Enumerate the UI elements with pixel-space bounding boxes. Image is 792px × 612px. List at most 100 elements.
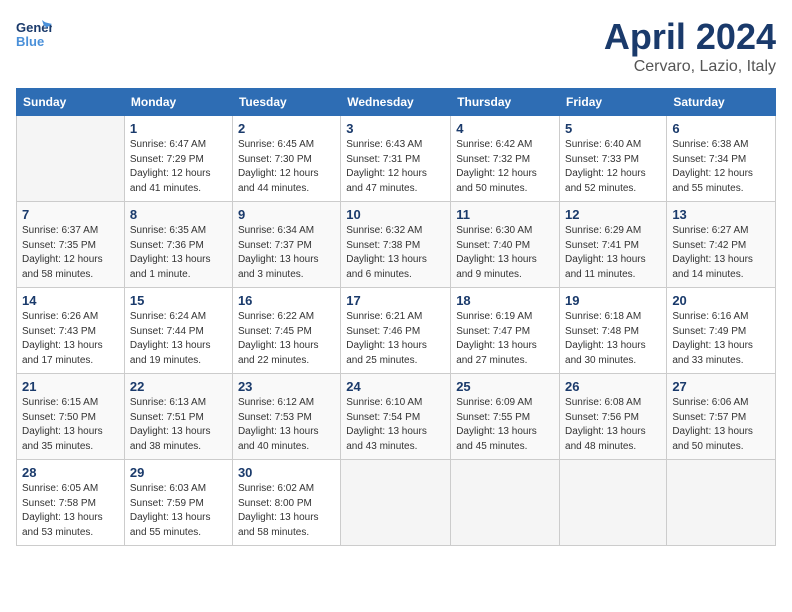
page-header: General Blue April 2024 Cervaro, Lazio, … xyxy=(16,16,776,76)
day-info: Sunrise: 6:40 AM Sunset: 7:33 PM Dayligh… xyxy=(565,138,661,196)
col-tuesday: Tuesday xyxy=(232,89,340,116)
month-title: April 2024 xyxy=(604,16,776,58)
day-number: 24 xyxy=(346,379,445,394)
day-number: 12 xyxy=(565,207,661,222)
calendar-table: Sunday Monday Tuesday Wednesday Thursday… xyxy=(16,88,776,546)
calendar-header-row: Sunday Monday Tuesday Wednesday Thursday… xyxy=(17,89,776,116)
svg-text:Blue: Blue xyxy=(16,34,44,49)
calendar-cell: 6Sunrise: 6:38 AM Sunset: 7:34 PM Daylig… xyxy=(667,116,776,202)
calendar-cell: 19Sunrise: 6:18 AM Sunset: 7:48 PM Dayli… xyxy=(560,288,667,374)
day-number: 4 xyxy=(456,121,554,136)
day-number: 23 xyxy=(238,379,335,394)
day-info: Sunrise: 6:45 AM Sunset: 7:30 PM Dayligh… xyxy=(238,138,335,196)
calendar-cell: 18Sunrise: 6:19 AM Sunset: 7:47 PM Dayli… xyxy=(451,288,560,374)
day-info: Sunrise: 6:43 AM Sunset: 7:31 PM Dayligh… xyxy=(346,138,445,196)
day-number: 29 xyxy=(130,465,227,480)
day-info: Sunrise: 6:02 AM Sunset: 8:00 PM Dayligh… xyxy=(238,482,335,540)
calendar-cell xyxy=(17,116,125,202)
day-info: Sunrise: 6:08 AM Sunset: 7:56 PM Dayligh… xyxy=(565,396,661,454)
day-info: Sunrise: 6:22 AM Sunset: 7:45 PM Dayligh… xyxy=(238,310,335,368)
col-saturday: Saturday xyxy=(667,89,776,116)
calendar-cell: 7 Sunrise: 6:37 AM Sunset: 7:35 PM Daylig… xyxy=(17,202,125,288)
day-number: 16 xyxy=(238,293,335,308)
calendar-week-row: 21 Sunrise: 6:15 AM Sunset: 7:50 PM Dayli… xyxy=(17,374,776,460)
day-number: 13 xyxy=(672,207,770,222)
calendar-cell: 21 Sunrise: 6:15 AM Sunset: 7:50 PM Dayli… xyxy=(17,374,125,460)
day-number: 2 xyxy=(238,121,335,136)
calendar-cell xyxy=(341,460,451,546)
col-friday: Friday xyxy=(560,89,667,116)
calendar-cell: 20 Sunrise: 6:16 AM Sunset: 7:49 PM Dayli… xyxy=(667,288,776,374)
day-info: Sunrise: 6:26 AM Sunset: 7:43 PM Dayligh… xyxy=(22,310,119,368)
day-number: 17 xyxy=(346,293,445,308)
col-thursday: Thursday xyxy=(451,89,560,116)
day-number: 8 xyxy=(130,207,227,222)
day-info: Sunrise: 6:38 AM Sunset: 7:34 PM Dayligh… xyxy=(672,138,770,196)
day-number: 30 xyxy=(238,465,335,480)
day-number: 9 xyxy=(238,207,335,222)
calendar-cell: 8Sunrise: 6:35 AM Sunset: 7:36 PM Daylig… xyxy=(124,202,232,288)
day-number: 10 xyxy=(346,207,445,222)
logo: General Blue xyxy=(16,16,52,52)
day-number: 27 xyxy=(672,379,770,394)
col-wednesday: Wednesday xyxy=(341,89,451,116)
day-info: Sunrise: 6:34 AM Sunset: 7:37 PM Dayligh… xyxy=(238,224,335,282)
calendar-cell: 25Sunrise: 6:09 AM Sunset: 7:55 PM Dayli… xyxy=(451,374,560,460)
day-number: 1 xyxy=(130,121,227,136)
day-number: 5 xyxy=(565,121,661,136)
calendar-week-row: 14Sunrise: 6:26 AM Sunset: 7:43 PM Dayli… xyxy=(17,288,776,374)
day-number: 28 xyxy=(22,465,119,480)
day-info: Sunrise: 6:12 AM Sunset: 7:53 PM Dayligh… xyxy=(238,396,335,454)
col-monday: Monday xyxy=(124,89,232,116)
calendar-week-row: 7 Sunrise: 6:37 AM Sunset: 7:35 PM Daylig… xyxy=(17,202,776,288)
day-info: Sunrise: 6:10 AM Sunset: 7:54 PM Dayligh… xyxy=(346,396,445,454)
calendar-cell: 14Sunrise: 6:26 AM Sunset: 7:43 PM Dayli… xyxy=(17,288,125,374)
day-number: 7 xyxy=(22,207,119,222)
calendar-cell: 15Sunrise: 6:24 AM Sunset: 7:44 PM Dayli… xyxy=(124,288,232,374)
calendar-cell: 29Sunrise: 6:03 AM Sunset: 7:59 PM Dayli… xyxy=(124,460,232,546)
calendar-cell xyxy=(560,460,667,546)
calendar-cell: 4 Sunrise: 6:42 AM Sunset: 7:32 PM Daylig… xyxy=(451,116,560,202)
day-number: 26 xyxy=(565,379,661,394)
calendar-cell: 27Sunrise: 6:06 AM Sunset: 7:57 PM Dayli… xyxy=(667,374,776,460)
day-info: Sunrise: 6:29 AM Sunset: 7:41 PM Dayligh… xyxy=(565,224,661,282)
day-info: Sunrise: 6:42 AM Sunset: 7:32 PM Dayligh… xyxy=(456,138,554,196)
day-number: 22 xyxy=(130,379,227,394)
calendar-cell: 12 Sunrise: 6:29 AM Sunset: 7:41 PM Dayli… xyxy=(560,202,667,288)
calendar-cell: 23 Sunrise: 6:12 AM Sunset: 7:53 PM Dayli… xyxy=(232,374,340,460)
calendar-cell: 16 Sunrise: 6:22 AM Sunset: 7:45 PM Dayli… xyxy=(232,288,340,374)
day-number: 19 xyxy=(565,293,661,308)
day-info: Sunrise: 6:15 AM Sunset: 7:50 PM Dayligh… xyxy=(22,396,119,454)
calendar-cell: 26 Sunrise: 6:08 AM Sunset: 7:56 PM Dayli… xyxy=(560,374,667,460)
day-info: Sunrise: 6:13 AM Sunset: 7:51 PM Dayligh… xyxy=(130,396,227,454)
day-info: Sunrise: 6:05 AM Sunset: 7:58 PM Dayligh… xyxy=(22,482,119,540)
calendar-cell: 17 Sunrise: 6:21 AM Sunset: 7:46 PM Dayli… xyxy=(341,288,451,374)
location-subtitle: Cervaro, Lazio, Italy xyxy=(604,58,776,76)
calendar-cell: 2 Sunrise: 6:45 AM Sunset: 7:30 PM Daylig… xyxy=(232,116,340,202)
calendar-week-row: 28 Sunrise: 6:05 AM Sunset: 7:58 PM Dayli… xyxy=(17,460,776,546)
day-info: Sunrise: 6:32 AM Sunset: 7:38 PM Dayligh… xyxy=(346,224,445,282)
day-info: Sunrise: 6:47 AM Sunset: 7:29 PM Dayligh… xyxy=(130,138,227,196)
logo-icon: General Blue xyxy=(16,16,52,52)
calendar-cell: 3 Sunrise: 6:43 AM Sunset: 7:31 PM Daylig… xyxy=(341,116,451,202)
calendar-cell: 22 Sunrise: 6:13 AM Sunset: 7:51 PM Dayli… xyxy=(124,374,232,460)
title-block: April 2024 Cervaro, Lazio, Italy xyxy=(604,16,776,76)
day-number: 20 xyxy=(672,293,770,308)
day-number: 25 xyxy=(456,379,554,394)
day-number: 15 xyxy=(130,293,227,308)
calendar-cell: 13Sunrise: 6:27 AM Sunset: 7:42 PM Dayli… xyxy=(667,202,776,288)
day-info: Sunrise: 6:21 AM Sunset: 7:46 PM Dayligh… xyxy=(346,310,445,368)
day-number: 3 xyxy=(346,121,445,136)
calendar-cell: 1 Sunrise: 6:47 AM Sunset: 7:29 PM Daylig… xyxy=(124,116,232,202)
calendar-week-row: 1 Sunrise: 6:47 AM Sunset: 7:29 PM Daylig… xyxy=(17,116,776,202)
calendar-cell: 11Sunrise: 6:30 AM Sunset: 7:40 PM Dayli… xyxy=(451,202,560,288)
day-info: Sunrise: 6:37 AM Sunset: 7:35 PM Dayligh… xyxy=(22,224,119,282)
calendar-cell: 9 Sunrise: 6:34 AM Sunset: 7:37 PM Daylig… xyxy=(232,202,340,288)
day-info: Sunrise: 6:16 AM Sunset: 7:49 PM Dayligh… xyxy=(672,310,770,368)
calendar-cell: 5 Sunrise: 6:40 AM Sunset: 7:33 PM Daylig… xyxy=(560,116,667,202)
col-sunday: Sunday xyxy=(17,89,125,116)
day-number: 21 xyxy=(22,379,119,394)
day-number: 11 xyxy=(456,207,554,222)
calendar-cell: 28 Sunrise: 6:05 AM Sunset: 7:58 PM Dayli… xyxy=(17,460,125,546)
calendar-cell: 24 Sunrise: 6:10 AM Sunset: 7:54 PM Dayli… xyxy=(341,374,451,460)
